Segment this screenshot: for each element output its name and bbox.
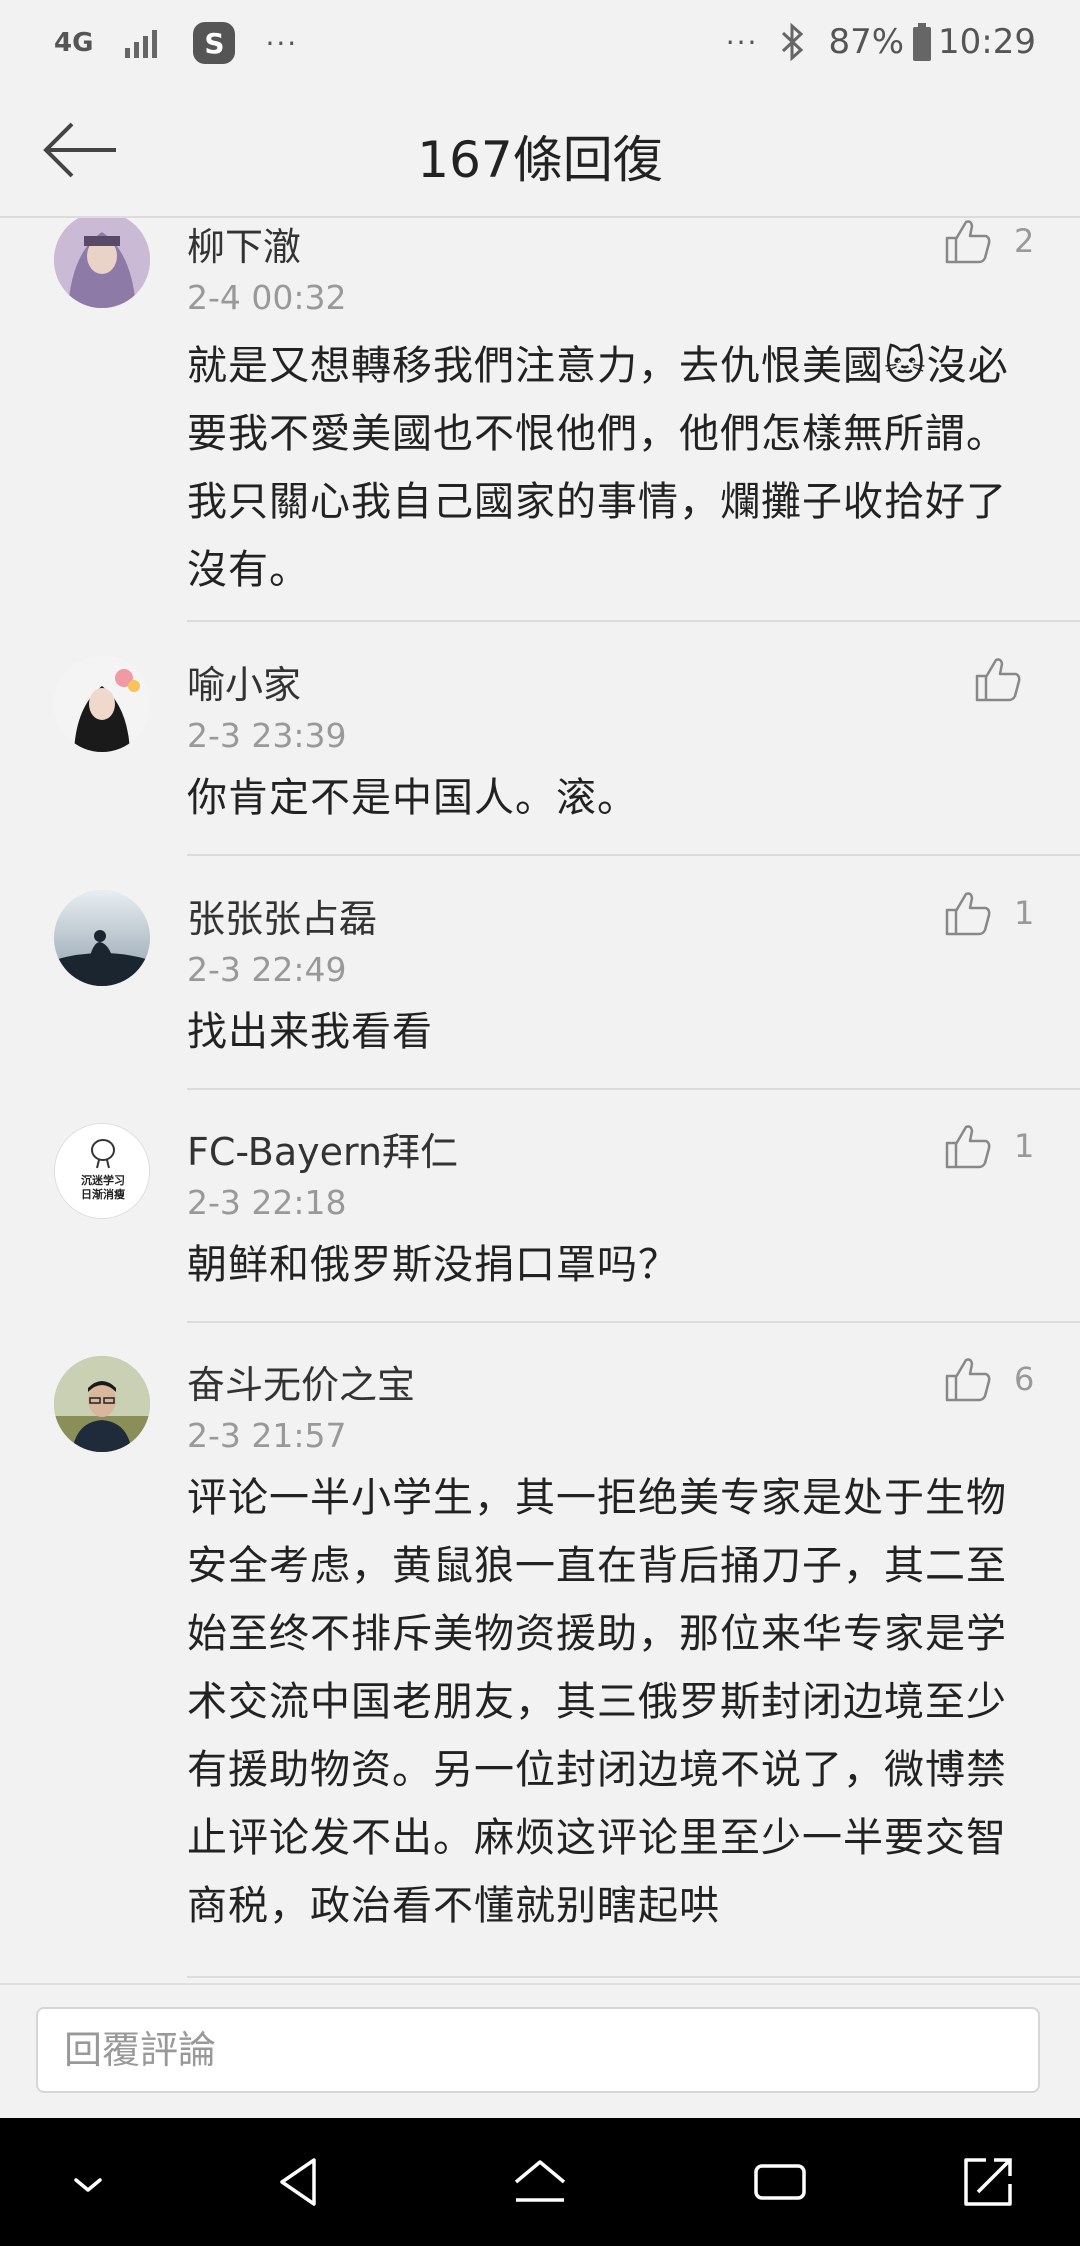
like-button[interactable]: 6 <box>944 1356 1034 1402</box>
home-nav-icon[interactable] <box>508 2150 572 2214</box>
like-button[interactable]: 1 <box>944 890 1034 936</box>
like-button[interactable]: 1 <box>944 1123 1034 1169</box>
comment-date: 2-3 22:49 <box>187 950 347 989</box>
like-count: 1 <box>1014 894 1035 932</box>
thumbs-up-icon <box>945 892 991 936</box>
comment-text[interactable]: 找出来我看看 <box>187 998 1037 1066</box>
comment-date: 2-3 23:39 <box>187 716 347 755</box>
status-bar: 4G S ··· ··· 87% 10:29 <box>0 0 1080 88</box>
comment-text[interactable]: 评论一半小学生，其一拒绝美专家是处于生物安全考虑，黄鼠狼一直在背后捅刀子，其二至… <box>187 1464 1037 1940</box>
bluetooth-icon <box>782 23 804 61</box>
divider <box>187 1088 1080 1090</box>
more-status-icon: ··· <box>725 25 759 59</box>
avatar[interactable] <box>54 890 150 986</box>
comment-author[interactable]: FC-Bayern拜仁 <box>187 1121 458 1176</box>
clock: 10:29 <box>938 22 1036 62</box>
recent-apps-icon[interactable] <box>748 2150 812 2214</box>
avatar-caption: 日渐消瘦 <box>81 1187 125 1201</box>
signal-icon <box>125 30 158 58</box>
like-button[interactable]: 2 <box>944 218 1034 264</box>
expand-icon[interactable] <box>956 2150 1020 2214</box>
s-app-icon: S <box>193 22 236 64</box>
comment-text[interactable]: 你肯定不是中国人。滚。 <box>187 764 1037 832</box>
status-right: ··· 87% 10:29 <box>726 22 1036 62</box>
comment-author[interactable]: 张张张占磊 <box>187 888 377 943</box>
thumbs-up-icon <box>945 1358 991 1402</box>
comment-author[interactable]: 柳下澈 <box>187 218 301 271</box>
more-notifications-icon: ··· <box>265 26 299 60</box>
comment-date: 2-3 21:57 <box>187 1416 347 1455</box>
system-nav-bar <box>0 2118 1080 2246</box>
battery-percent: 87% <box>828 22 905 62</box>
avatar[interactable] <box>54 656 150 752</box>
divider <box>187 854 1080 856</box>
divider <box>187 1321 1080 1323</box>
comment-date: 2-4 00:32 <box>187 278 347 317</box>
app-header: 167條回復 <box>0 88 1080 218</box>
page-title: 167條回復 <box>417 131 663 189</box>
comment-text[interactable]: 朝鲜和俄罗斯没捐口罩吗？ <box>187 1231 1037 1299</box>
comment-author[interactable]: 奋斗无价之宝 <box>187 1354 415 1409</box>
battery-icon <box>913 23 932 61</box>
comment-list[interactable]: 柳下澈 2-4 00:32 2 就是又想轉移我們注意力，去仇恨美國🐱沒必要我不愛… <box>0 218 1080 1983</box>
back-nav-icon[interactable] <box>268 2150 332 2214</box>
comment-author[interactable]: 喻小家 <box>187 654 301 709</box>
like-count: 6 <box>1014 1360 1035 1398</box>
like-button[interactable] <box>974 656 1044 702</box>
avatar[interactable] <box>54 1356 150 1452</box>
comment-text[interactable]: 就是又想轉移我們注意力，去仇恨美國🐱沒必要我不愛美國也不恨他們，他們怎樣無所謂。… <box>187 332 1037 604</box>
thumbs-up-icon <box>975 658 1021 702</box>
like-count: 1 <box>1014 1127 1035 1165</box>
divider <box>187 620 1080 622</box>
avatar[interactable]: 沉迷学习 日渐消瘦 <box>54 1123 150 1219</box>
reply-input[interactable]: 回覆評論 <box>36 2007 1040 2093</box>
comment-date: 2-3 22:18 <box>187 1183 347 1222</box>
like-count: 2 <box>1014 222 1035 260</box>
thumbs-up-icon <box>945 220 991 264</box>
divider <box>187 1976 1080 1978</box>
reply-bar: 回覆評論 <box>0 1983 1080 2120</box>
avatar-caption: 沉迷学习 <box>81 1173 125 1187</box>
status-left: 4G S ··· <box>54 22 298 64</box>
avatar[interactable] <box>54 218 150 308</box>
thumbs-up-icon <box>945 1125 991 1169</box>
network-indicator: 4G <box>54 28 94 58</box>
chevron-down-icon[interactable] <box>56 2150 120 2214</box>
